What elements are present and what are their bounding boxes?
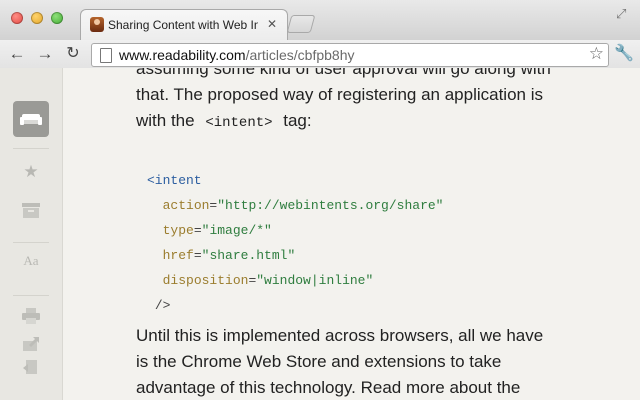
address-bar[interactable]: www.readability.com/articles/cbfpb8hy ☆: [91, 43, 609, 67]
tab-close-icon[interactable]: ✕: [267, 17, 277, 31]
code-attr: disposition: [162, 273, 249, 288]
window-minimize-button[interactable]: [31, 12, 43, 24]
page-icon: [100, 48, 112, 63]
tab-title: Sharing Content with Web In: [108, 18, 258, 32]
inline-code: <intent>: [205, 115, 273, 131]
code-attr: type: [162, 223, 194, 238]
code-attr: href: [162, 248, 194, 263]
browser-tab[interactable]: Sharing Content with Web In ✕: [80, 9, 288, 41]
bookmark-star-icon[interactable]: ☆: [589, 44, 604, 64]
fullscreen-icon[interactable]: ⤢: [616, 6, 632, 22]
code-tag-open: <intent: [147, 173, 202, 188]
reload-button[interactable]: ↻: [62, 44, 84, 64]
print-icon[interactable]: [13, 298, 49, 334]
font-size-icon[interactable]: Aa: [13, 243, 49, 279]
browser-toolbar: ← → ↻ www.readability.com/articles/cbfpb…: [0, 40, 640, 69]
window-close-button[interactable]: [11, 12, 23, 24]
article-paragraph: assuming some kind of user approval will…: [136, 68, 576, 136]
code-tag-close: />: [154, 298, 171, 313]
share-icon[interactable]: [13, 334, 49, 354]
code-attr: action: [162, 198, 210, 213]
text-line: that. The proposed way of registering an…: [136, 85, 543, 104]
code-value: "window|inline": [256, 273, 374, 288]
article-paragraph: Until this is implemented across browser…: [136, 323, 576, 400]
url-host: www.readability.com: [119, 47, 246, 63]
text-line: advantage of this technology. Read more …: [136, 378, 521, 397]
forward-button[interactable]: →: [34, 44, 56, 64]
archive-icon[interactable]: [13, 192, 49, 228]
code-value: "share.html": [201, 248, 296, 263]
export-icon[interactable]: [13, 358, 49, 378]
text-line: Until this is implemented across browser…: [136, 326, 544, 345]
text-line: tag:: [278, 111, 312, 130]
text-line: is the Chrome Web Store and extensions t…: [136, 352, 502, 371]
readability-couch-icon[interactable]: [13, 101, 49, 137]
favicon-icon: [90, 17, 104, 32]
code-block: <intent action="http://webintents.org/sh…: [147, 173, 444, 313]
text-line: with the: [136, 111, 200, 130]
url-text[interactable]: www.readability.com/articles/cbfpb8hy: [119, 47, 355, 63]
readability-sidebar: ★ Aa: [0, 68, 63, 400]
new-tab-button[interactable]: [286, 15, 316, 33]
article-content: assuming some kind of user approval will…: [63, 68, 640, 400]
sidebar-divider: [13, 148, 49, 149]
star-icon[interactable]: ★: [13, 154, 49, 190]
url-path: /articles/cbfpb8hy: [245, 47, 355, 63]
back-button[interactable]: ←: [6, 44, 28, 64]
code-value: "image/*": [201, 223, 272, 238]
text-line: assuming some kind of user approval will…: [136, 68, 551, 78]
wrench-menu-icon[interactable]: 🔧: [614, 44, 634, 64]
code-value: "http://webintents.org/share": [217, 198, 444, 213]
window-maximize-button[interactable]: [51, 12, 63, 24]
sidebar-divider: [13, 295, 49, 296]
title-bar: Sharing Content with Web In ✕ ⤢: [0, 0, 640, 41]
